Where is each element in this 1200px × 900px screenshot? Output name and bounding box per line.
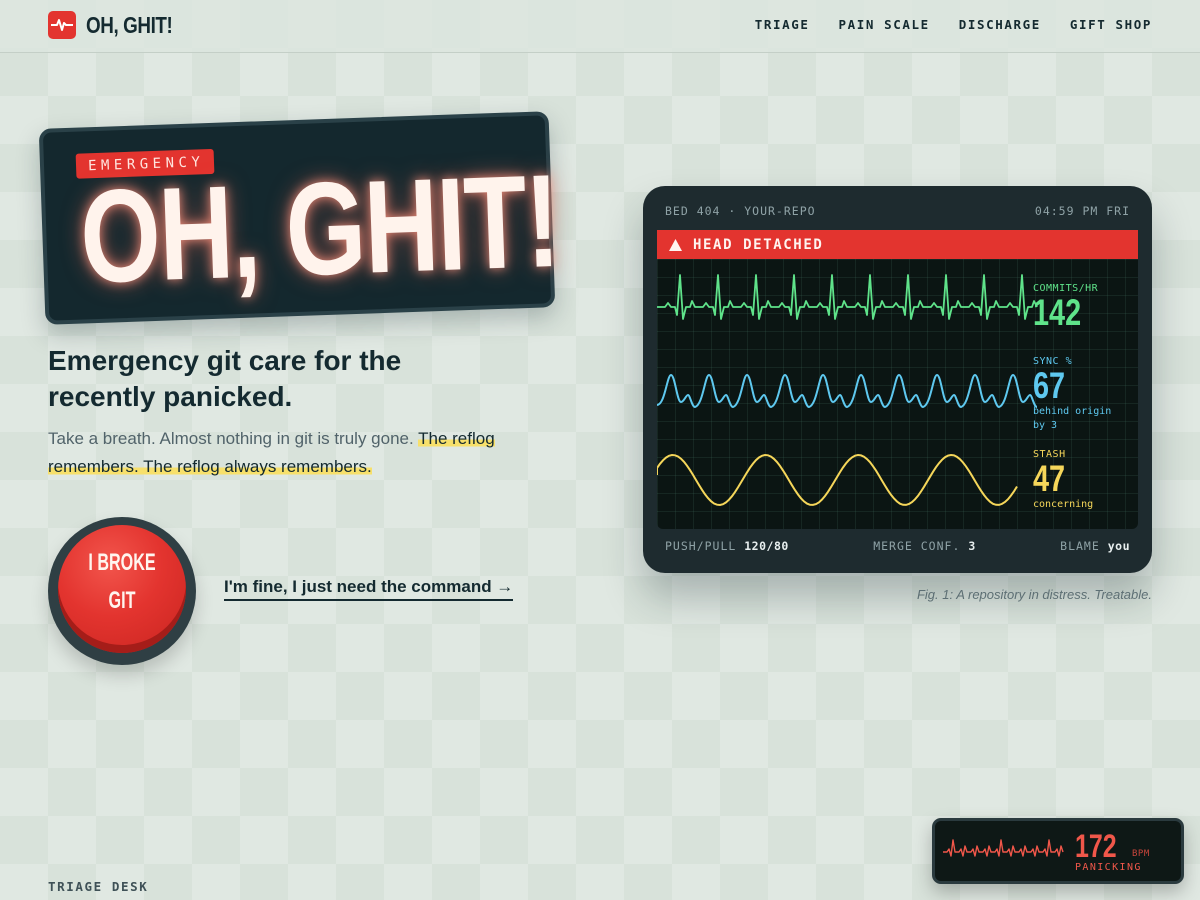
vital-sync: SYNC % 67 behind origin by 3 [1033,356,1123,433]
hero-headline: Emergency git care for the recently pani… [48,345,402,412]
nav-link-pain-scale[interactable]: PAIN SCALE [838,17,929,32]
hero-sign: EMERGENCY OH, GHIT! [38,111,561,325]
merge-value: 3 [968,539,976,553]
brand[interactable]: OH, GHIT! [48,11,191,39]
panic-state: PANICKING [1075,862,1142,873]
heartbeat-line-icon [943,839,1064,857]
hero-title: OH, GHIT! [77,146,561,311]
merge-conflicts-readout: MERGE CONF. 3 [873,539,976,553]
monitor-screen: COMMITS/HR 142 SYNC % 67 behind origin b… [657,259,1138,529]
bed-label: BED 404 · YOUR-REPO [665,204,816,218]
heartbeat-logo-icon [48,11,76,39]
bpm-unit: BPM [1132,849,1150,859]
nav-link-gift-shop[interactable]: GIFT SHOP [1070,17,1152,32]
hero-subtext: Take a breath. Almost nothing in git is … [48,425,548,481]
section-label-triage-desk: TRIAGE DESK [48,879,149,894]
panic-mini-monitor[interactable]: 172 BPM PANICKING [932,818,1184,884]
panic-button-label: I BROKE GIT [81,550,163,614]
subtext-plain: Take a breath. Almost nothing in git is … [48,429,419,448]
brand-name: OH, GHIT! [86,11,173,38]
push-pull-value: 120/80 [744,539,789,553]
merge-label: MERGE CONF. [873,539,961,553]
vital-value: 142 [1033,292,1082,333]
push-pull-label: PUSH/PULL [665,539,737,553]
just-need-command-link[interactable]: I'm fine, I just need the command → [224,577,514,601]
head-detached-alert: HEAD DETACHED [657,230,1138,259]
panic-label-line-1: I BROKE [88,548,156,576]
top-nav: OH, GHIT! TRIAGE PAIN SCALE DISCHARGE GI… [0,0,1200,53]
i-broke-git-button[interactable]: I BROKE GIT [48,517,196,665]
panic-label-line-2: GIT [108,586,136,614]
stash-waveform [657,453,1018,507]
blame-readout: BLAME you [1060,539,1130,553]
blame-label: BLAME [1060,539,1100,553]
push-pull-readout: PUSH/PULL 120/80 [665,539,789,553]
panic-button-cap: I BROKE GIT [58,525,186,653]
commits-waveform [657,274,1038,320]
nav-link-discharge[interactable]: DISCHARGE [959,17,1041,32]
monitor-footer: PUSH/PULL 120/80 MERGE CONF. 3 BLAME you [665,539,1130,553]
alert-text: HEAD DETACHED [693,236,824,253]
figure-caption: Fig. 1: A repository in distress. Treata… [916,587,1152,602]
blame-value: you [1107,539,1130,553]
monitor-time: 04:59 PM FRI [1034,204,1130,218]
bpm-value: 172 [1075,828,1117,864]
warning-triangle-icon [669,238,682,251]
vital-sub: concerning [1033,499,1094,510]
vital-sub: behind origin by 3 [1033,406,1112,431]
nav-link-triage[interactable]: TRIAGE [755,17,810,32]
vitals-monitor: BED 404 · YOUR-REPO 04:59 PM FRI HEAD DE… [643,186,1152,573]
monitor-header: BED 404 · YOUR-REPO 04:59 PM FRI [665,204,1130,218]
vital-stash: STASH 47 concerning [1033,449,1093,512]
vital-value: 47 [1033,458,1066,499]
sync-waveform [657,374,1038,408]
vital-value: 67 [1033,365,1066,406]
nav-links: TRIAGE PAIN SCALE DISCHARGE GIFT SHOP [755,17,1152,32]
vital-commits: COMMITS/HR 142 [1033,283,1098,332]
